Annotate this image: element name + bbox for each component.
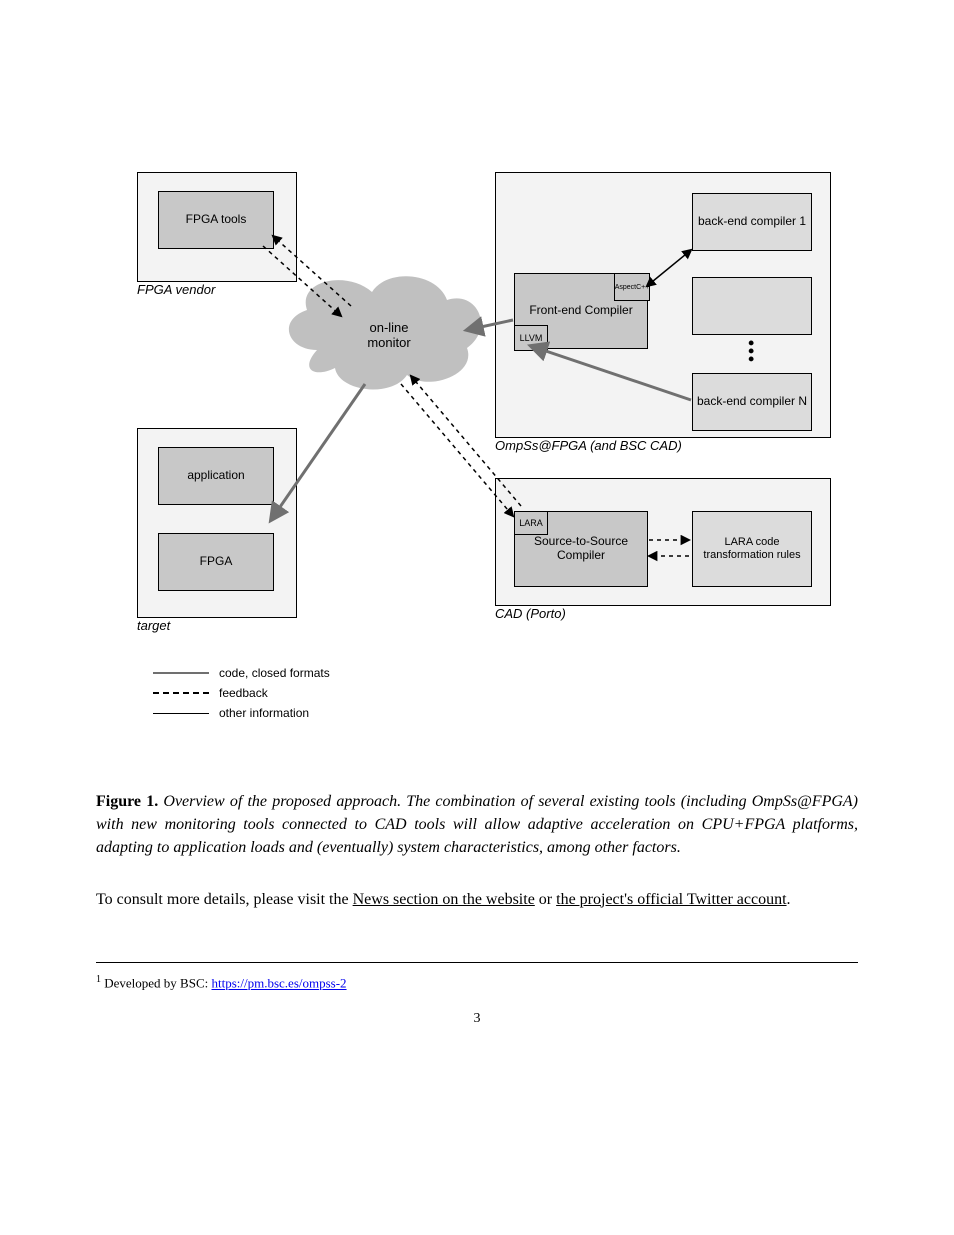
panel-cad: Front-end Compiler AspectC++ LLVM back-e…	[495, 172, 831, 438]
caption-text: Overview of the proposed approach. The c…	[96, 793, 858, 856]
footnote: 1 Developed by BSC: https://pm.bsc.es/om…	[96, 973, 858, 993]
body-t1: To consult more details, please visit th…	[96, 891, 353, 908]
legend-text-solid: code, closed formats	[219, 666, 330, 680]
caption-lead: Figure 1.	[96, 793, 158, 810]
port-lara: LARA	[514, 511, 548, 535]
body-t2: or	[535, 891, 556, 908]
node-fpga-tools: FPGA tools	[158, 191, 274, 249]
label-lara: CAD (Porto)	[495, 606, 566, 621]
panel-fpga-vendor: FPGA tools	[137, 172, 297, 282]
panel-lara: Source-to-Source Compiler LARA LARA code…	[495, 478, 831, 606]
label-cad: OmpSs@FPGA (and BSC CAD)	[495, 438, 682, 453]
port-llvm: LLVM	[514, 325, 548, 351]
label-fpga-vendor: FPGA vendor	[137, 282, 215, 297]
figure-caption: Figure 1. Overview of the proposed appro…	[96, 790, 858, 860]
footnote-link[interactable]: https://pm.bsc.es/ompss-2	[212, 976, 347, 991]
node-backend-1: back-end compiler 1	[692, 193, 812, 251]
page-number: 3	[96, 1011, 858, 1027]
legend-row-dashed: feedback	[153, 686, 330, 700]
label-target: target	[137, 618, 170, 633]
footnote-rule	[96, 962, 858, 963]
body-paragraph: To consult more details, please visit th…	[96, 888, 858, 913]
legend-text-dashed: feedback	[219, 686, 268, 700]
node-backend-n: back-end compiler N	[692, 373, 812, 431]
footnote-text: Developed by BSC:	[104, 976, 211, 991]
node-lara-rules: LARA code transformation rules	[692, 511, 812, 587]
panel-target: application FPGA	[137, 428, 297, 618]
node-fpga: FPGA	[158, 533, 274, 591]
port-aspectc: AspectC++	[614, 273, 650, 301]
node-application: application	[158, 447, 274, 505]
label-cloud: on-line monitor	[339, 320, 439, 350]
body-t3: .	[787, 891, 791, 908]
node-backend-mid	[692, 277, 812, 335]
link-twitter[interactable]: the project's official Twitter account	[556, 891, 786, 908]
link-news[interactable]: News section on the website	[353, 891, 535, 908]
legend-row-solid: code, closed formats	[153, 666, 330, 680]
legend-row-thin: other information	[153, 706, 330, 720]
ellipsis-icon: •••	[748, 339, 756, 363]
legend: code, closed formats feedback other info…	[153, 666, 330, 726]
footnote-marker: 1	[96, 974, 101, 985]
legend-text-thin: other information	[219, 706, 309, 720]
figure-architecture: FPGA tools FPGA vendor application FPGA …	[117, 160, 837, 640]
